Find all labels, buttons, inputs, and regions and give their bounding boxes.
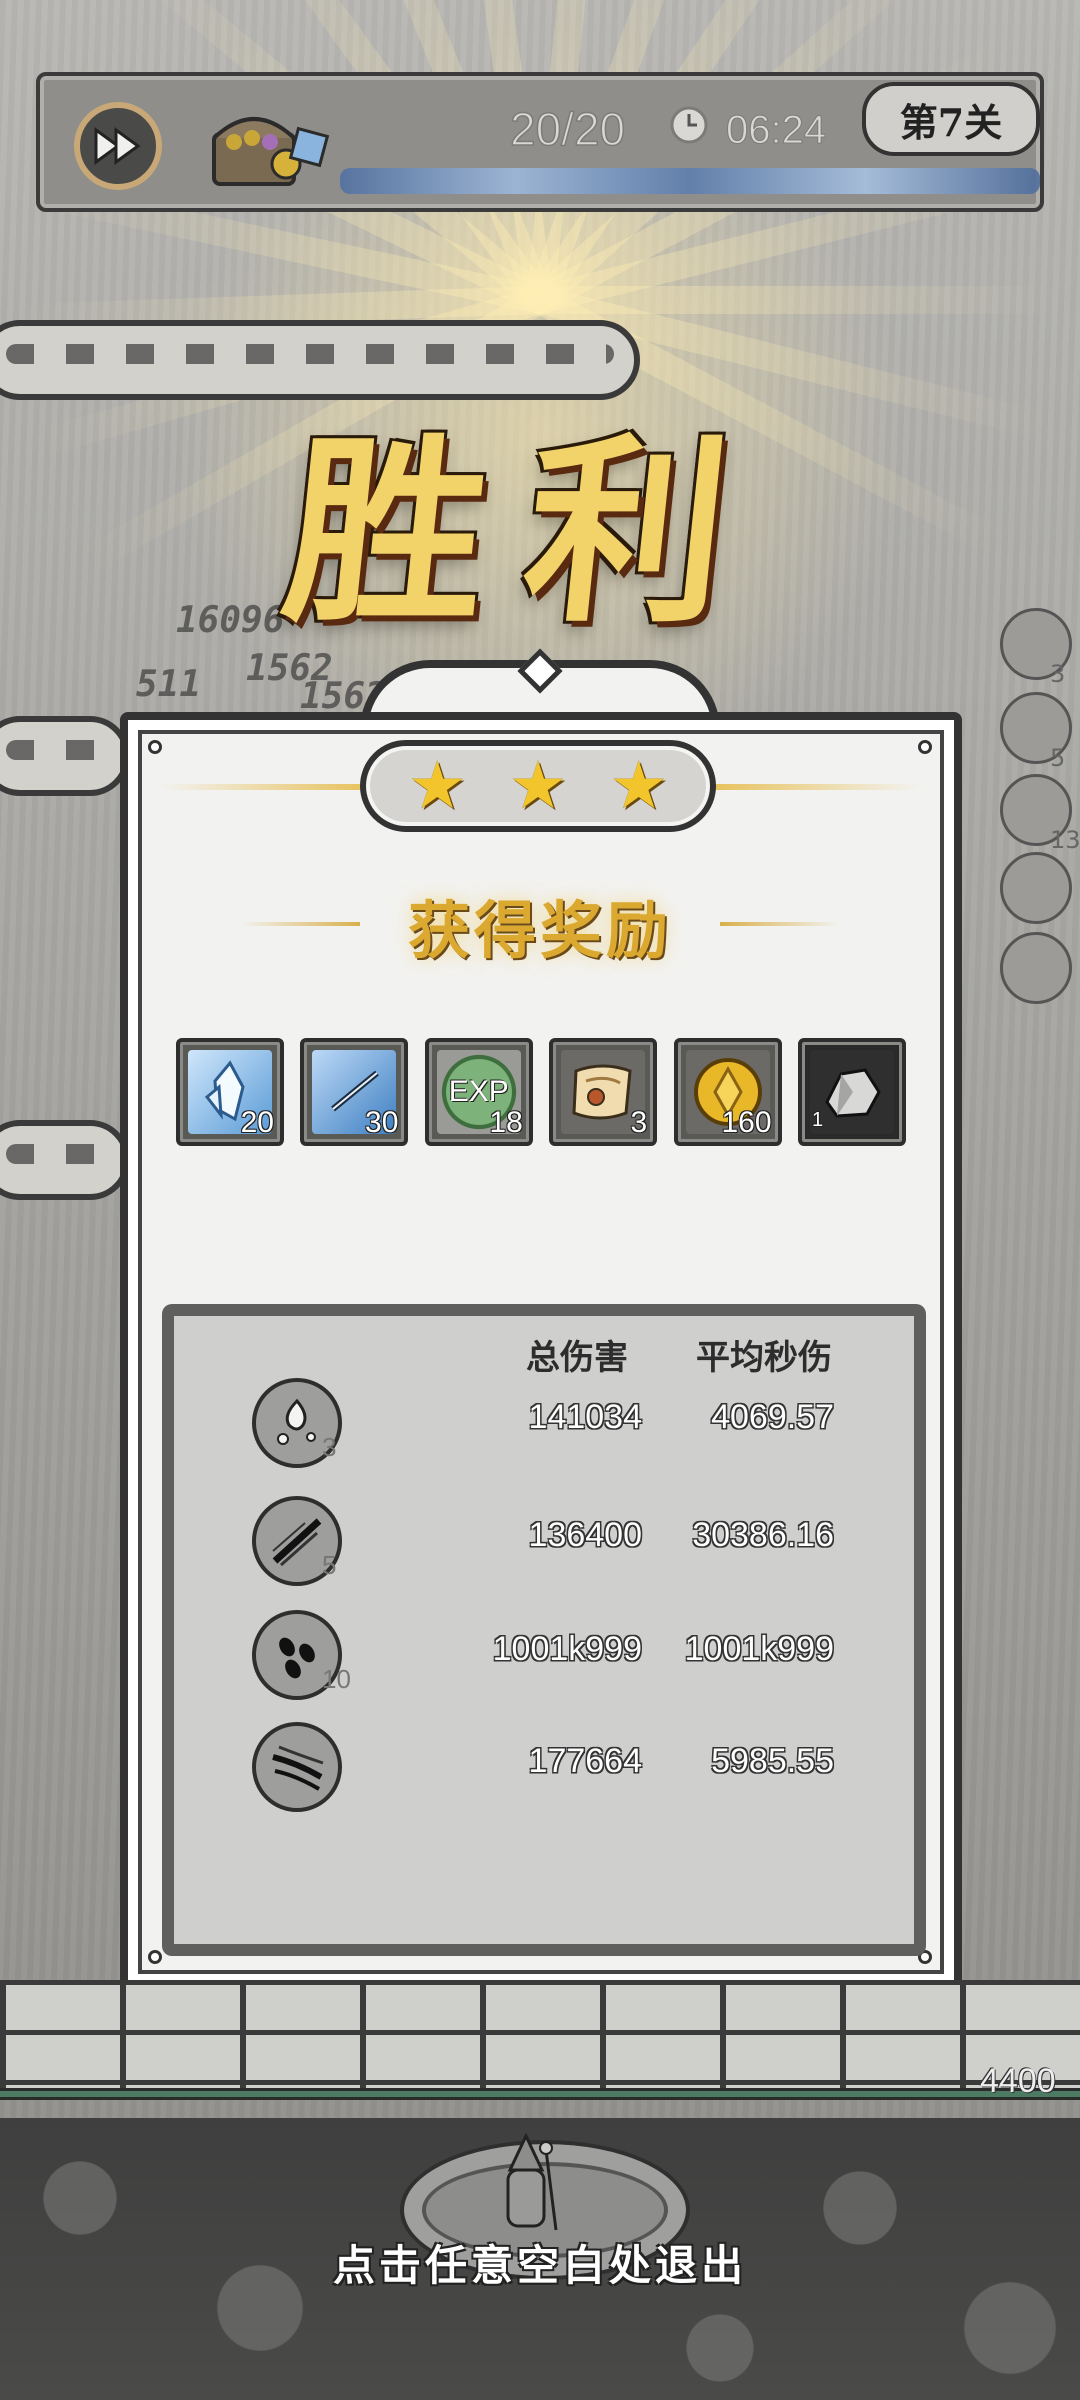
reward-item[interactable]: EXP 18 bbox=[424, 1038, 533, 1146]
victory-title: 胜利 bbox=[274, 415, 779, 650]
base-hp-bar bbox=[0, 2088, 1080, 2100]
reward-quantity: 160 bbox=[721, 1106, 772, 1139]
column-header-total-damage: 总伤害 bbox=[526, 1338, 628, 1378]
reward-section-title: 获得奖励 bbox=[407, 894, 672, 967]
panel-rivet bbox=[148, 740, 162, 754]
skill-level: 3 bbox=[322, 1432, 337, 1462]
stat-row: 10 1001k999 1001k999 bbox=[252, 1610, 852, 1702]
fast-forward-icon bbox=[94, 127, 141, 165]
reward-item[interactable]: 160 bbox=[673, 1038, 782, 1146]
reward-list: 20 30 EXP 18 3 160 1 bbox=[176, 1038, 906, 1146]
level-badge: 第7关 bbox=[862, 82, 1040, 156]
reward-item[interactable]: 30 bbox=[300, 1038, 409, 1146]
column-header-avg-dps: 平均秒伤 bbox=[696, 1338, 832, 1378]
panel-rivet bbox=[148, 1950, 162, 1964]
star-divider bbox=[160, 784, 370, 790]
base-hp-value: 4400 bbox=[980, 2062, 1056, 2100]
reward-quantity: 3 bbox=[630, 1106, 648, 1139]
wave-counter: 20/20 bbox=[509, 102, 626, 156]
skill-slot-level: 3 bbox=[1050, 660, 1066, 688]
skill-level: 5 bbox=[322, 1550, 337, 1580]
spiked-log bbox=[0, 716, 130, 796]
treasure-chest-icon[interactable] bbox=[194, 94, 334, 194]
reward-quantity: 30 bbox=[365, 1106, 399, 1139]
reward-quantity: 1 bbox=[811, 1109, 824, 1131]
avg-dps-value: 30386.16 bbox=[692, 1516, 834, 1554]
wizard-character-icon bbox=[486, 2130, 566, 2240]
damage-number: 511 bbox=[136, 664, 202, 705]
avg-dps-value: 4069.57 bbox=[711, 1398, 834, 1436]
reward-quantity: 20 bbox=[240, 1106, 274, 1139]
brick-wall bbox=[0, 1980, 1080, 2090]
stat-row: 3 141034 4069.57 bbox=[252, 1378, 852, 1470]
battle-timer: 06:24 bbox=[725, 108, 827, 153]
clock-icon bbox=[668, 104, 710, 150]
star-rating: ★ ★ ★ bbox=[360, 740, 716, 832]
crack-skill-icon bbox=[252, 1722, 342, 1812]
star-icon: ★ bbox=[407, 747, 467, 824]
spiked-log bbox=[0, 1120, 130, 1200]
star-icon: ★ bbox=[609, 747, 669, 824]
reward-quantity: 18 bbox=[489, 1106, 523, 1139]
skill-slot-level: 13 bbox=[1050, 826, 1080, 854]
avg-dps-value: 1001k999 bbox=[684, 1630, 834, 1668]
total-damage-value: 177664 bbox=[528, 1742, 642, 1780]
star-divider bbox=[710, 784, 920, 790]
skill-level: 10 bbox=[322, 1664, 351, 1694]
total-damage-value: 141034 bbox=[528, 1398, 642, 1436]
total-damage-value: 1001k999 bbox=[492, 1630, 642, 1668]
damage-number: 16096 bbox=[176, 600, 285, 641]
avg-dps-value: 5985.55 bbox=[711, 1742, 834, 1780]
stat-row: 177664 5985.55 bbox=[252, 1722, 852, 1814]
wave-progress-bar bbox=[340, 168, 1040, 194]
reward-item[interactable]: 1 bbox=[797, 1038, 906, 1146]
tap-to-exit-hint[interactable]: 点击任意空白处退出 bbox=[0, 2232, 1080, 2293]
skill-slot-level: 5 bbox=[1050, 744, 1066, 772]
top-bar: 20/20 06:24 第7关 bbox=[36, 72, 1044, 212]
fast-forward-button[interactable] bbox=[74, 102, 162, 190]
total-damage-value: 136400 bbox=[528, 1516, 642, 1554]
reward-item[interactable]: 3 bbox=[549, 1038, 658, 1146]
exp-label: EXP bbox=[448, 1075, 509, 1108]
reward-item[interactable]: 20 bbox=[176, 1038, 284, 1146]
star-icon: ★ bbox=[508, 747, 568, 824]
panel-rivet bbox=[918, 740, 932, 754]
stat-row: 5 136400 30386.16 bbox=[252, 1496, 852, 1588]
